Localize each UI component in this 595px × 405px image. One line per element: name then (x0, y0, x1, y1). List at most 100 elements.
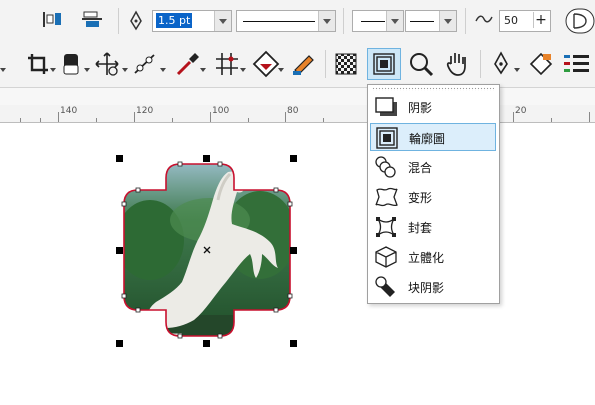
ruler-tick (134, 112, 135, 122)
menu-item-label: 封套 (408, 221, 433, 235)
menu-item-distort[interactable]: 变形 (370, 183, 496, 211)
pan-tool-icon[interactable] (444, 50, 470, 78)
ruler-tick (551, 118, 552, 122)
ruler-label: 20 (515, 106, 527, 116)
menu-item-extrude[interactable]: 立體化 (370, 243, 496, 271)
eyedropper-tool-icon[interactable] (175, 51, 201, 77)
distort-icon (375, 187, 398, 207)
pen-nib-icon (130, 10, 142, 31)
interactive-fill-tool-icon[interactable] (290, 52, 316, 76)
line-style-combo[interactable] (236, 10, 336, 32)
mesh-fill-tool-icon[interactable] (214, 51, 240, 77)
menu-item-block-shadow[interactable]: 块阴影 (370, 273, 496, 301)
menu-item-contour[interactable]: 輪廓圖 (370, 123, 496, 151)
separator (480, 50, 481, 78)
smoothing-value[interactable]: 50 (504, 14, 518, 27)
flyout-arrow-icon (160, 68, 166, 72)
flyout-arrow-icon (50, 68, 56, 72)
menu-item-blend[interactable]: 混合 (370, 153, 496, 181)
ruler-tick (323, 118, 324, 122)
menu-item-envelope[interactable]: 封套 (370, 213, 496, 241)
end-arrowhead-combo[interactable] (405, 10, 457, 32)
separator (343, 8, 344, 34)
arrowhead-preview (410, 21, 434, 22)
selection-handle-top-right[interactable] (290, 155, 297, 162)
ruler-label: 120 (136, 106, 154, 116)
flyout-arrow-icon (514, 68, 520, 72)
ruler-tick (513, 112, 514, 122)
effects-flyout-menu: 阴影 輪廓圖 混合 变形 封套 立體化 块阴影 (367, 84, 500, 304)
ruler-tick (210, 112, 211, 122)
menu-item-label: 輪廓圖 (409, 132, 446, 146)
outline-width-combo[interactable]: 1.5 pt (152, 10, 232, 32)
ruler-label: 80 (287, 106, 299, 116)
outline-pen-icon[interactable] (490, 51, 512, 77)
line-style-dropdown-button[interactable] (318, 11, 335, 31)
horse-image-object[interactable] (110, 150, 305, 350)
flyout-arrow-icon (122, 68, 128, 72)
selection-handle-left[interactable] (116, 247, 123, 254)
envelope-icon (376, 217, 396, 237)
separator (325, 50, 326, 78)
contour-tool-icon (373, 53, 395, 75)
close-curve-icon[interactable] (565, 8, 595, 34)
ruler-tick (20, 118, 21, 122)
start-arrowhead-combo[interactable] (352, 10, 404, 32)
selection-handle-bottom-right[interactable] (290, 340, 297, 347)
menu-item-label: 混合 (408, 161, 433, 175)
end-arrowhead-dropdown-button[interactable] (439, 11, 456, 31)
start-arrowhead-dropdown-button[interactable] (386, 11, 403, 31)
transparency-tool-icon[interactable] (335, 53, 357, 75)
line-style-preview (243, 21, 315, 22)
flyout-arrow-icon (200, 68, 206, 72)
selection-handle-bottom[interactable] (203, 340, 210, 347)
object-properties-icon[interactable] (562, 52, 592, 76)
ruler-label: 100 (212, 106, 230, 116)
block-shadow-icon (375, 276, 395, 297)
drop-shadow-icon (375, 97, 397, 116)
ruler-tick (58, 112, 59, 122)
selection-handle-bottom-left[interactable] (116, 340, 123, 347)
menu-item-label: 阴影 (408, 101, 433, 115)
smoothing-icon (475, 15, 493, 23)
selection-handle-top[interactable] (203, 155, 210, 162)
transform-tool-icon[interactable] (94, 51, 120, 77)
flyout-arrow-icon (0, 68, 6, 72)
separator (118, 8, 119, 34)
menu-item-label: 变形 (408, 191, 433, 205)
ruler-tick (285, 112, 286, 122)
smoothing-increment-button[interactable]: + (533, 12, 548, 28)
flyout-arrow-icon (84, 68, 90, 72)
contour-icon (376, 127, 398, 149)
align-distribute-icon[interactable] (40, 9, 64, 31)
toolbox (0, 40, 595, 88)
blend-icon (375, 156, 396, 178)
ruler-tick (96, 118, 97, 122)
outline-width-value[interactable]: 1.5 pt (156, 13, 193, 28)
ruler-tick (40, 118, 41, 122)
connector-tool-icon[interactable] (132, 52, 158, 76)
crop-tool-icon[interactable] (26, 52, 50, 76)
fill-color-icon[interactable] (527, 50, 555, 78)
ruler-label: 140 (60, 106, 78, 116)
smoothing-spinner[interactable]: 50 + (499, 10, 551, 32)
outline-width-dropdown-button[interactable] (214, 11, 231, 31)
ruler-tick (248, 118, 249, 122)
horizontal-ruler[interactable]: 140 120 100 80 20 (0, 105, 595, 123)
flyout-grip[interactable] (372, 87, 494, 91)
flyout-arrow-icon (278, 68, 284, 72)
eraser-tool-icon[interactable] (60, 52, 82, 76)
ruler-tick (589, 112, 590, 122)
separator (465, 8, 466, 34)
contour-tool-button[interactable] (367, 48, 401, 80)
menu-item-drop-shadow[interactable]: 阴影 (370, 93, 496, 121)
ruler-tick (172, 118, 173, 122)
property-bar: 1.5 pt 50 + (0, 0, 595, 40)
extrude-icon (375, 246, 397, 268)
wrap-text-icon[interactable] (80, 9, 104, 31)
selection-handle-right[interactable] (290, 247, 297, 254)
toolbar-spacer (0, 88, 595, 105)
smart-fill-tool-icon[interactable] (252, 50, 280, 78)
selection-handle-top-left[interactable] (116, 155, 123, 162)
zoom-tool-icon[interactable] (408, 51, 434, 77)
